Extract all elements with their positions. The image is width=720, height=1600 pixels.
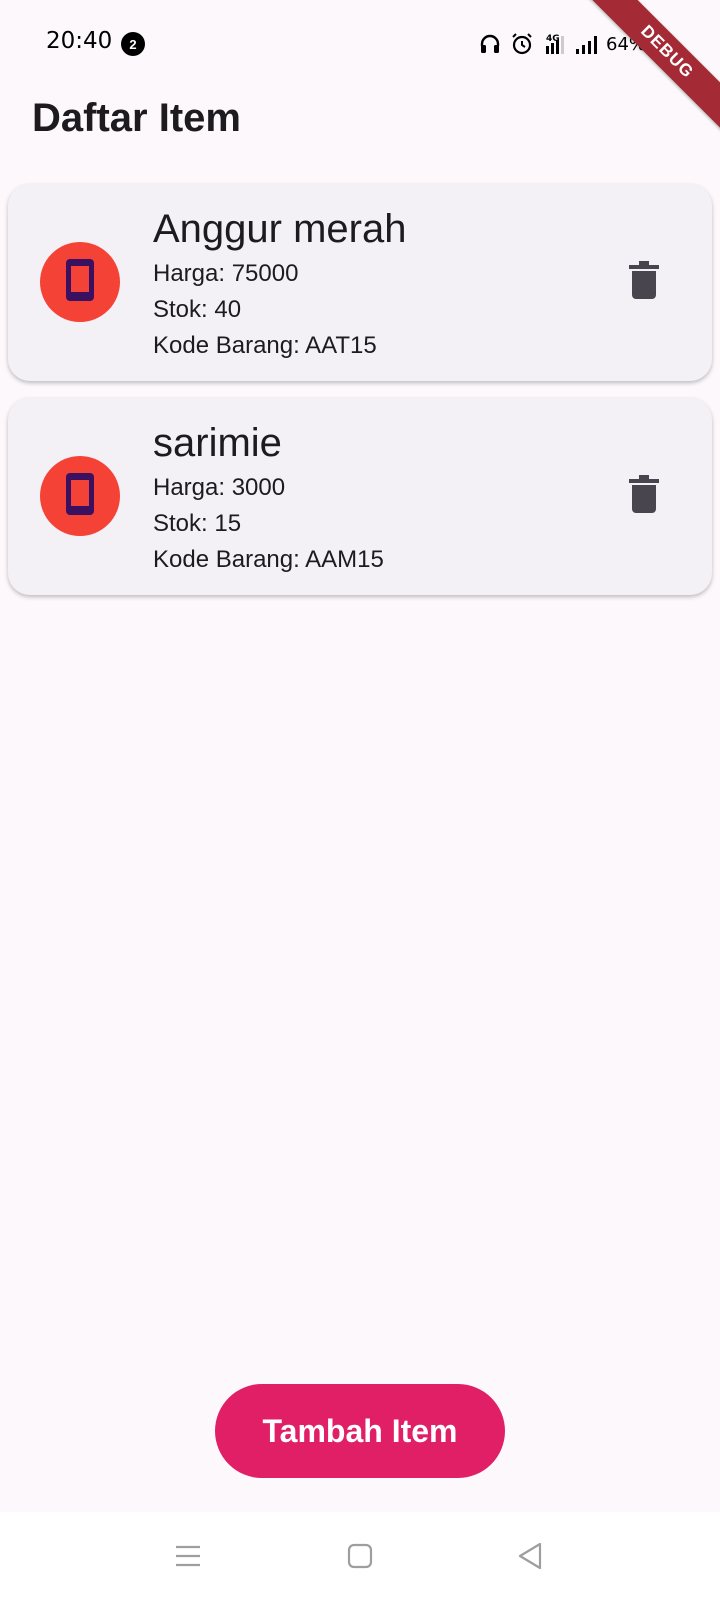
- item-stock: Stok: 40: [153, 296, 242, 323]
- status-icons: 4G 64%: [478, 28, 646, 60]
- status-time: 20:40: [46, 28, 113, 54]
- phone-icon: [64, 472, 96, 521]
- back-icon[interactable]: [514, 1540, 546, 1572]
- menu-icon[interactable]: [172, 1540, 204, 1572]
- item-details: sarimie Harga: 3000 Stok: 15 Kode Barang…: [153, 420, 384, 578]
- signal-icon: [574, 32, 598, 56]
- notification-count-badge: 2: [121, 32, 145, 56]
- item-avatar: [40, 242, 120, 322]
- delete-button[interactable]: [624, 260, 664, 304]
- phone-icon: [64, 258, 96, 307]
- item-code: Kode Barang: AAM15: [153, 546, 384, 573]
- list-item[interactable]: sarimie Harga: 3000 Stok: 15 Kode Barang…: [8, 398, 712, 595]
- item-price: Harga: 75000: [153, 260, 299, 287]
- alarm-icon: [510, 32, 534, 56]
- system-nav-bar: [0, 1512, 720, 1600]
- item-code: Kode Barang: AAT15: [153, 332, 377, 359]
- item-avatar: [40, 456, 120, 536]
- item-stock: Stok: 15: [153, 510, 242, 537]
- item-price: Harga: 3000: [153, 474, 286, 501]
- page-title: Daftar Item: [32, 96, 241, 140]
- item-name: Anggur merah: [153, 207, 407, 251]
- item-list: Anggur merah Harga: 75000 Stok: 40 Kode …: [8, 184, 712, 612]
- trash-icon: [629, 474, 659, 518]
- list-item[interactable]: Anggur merah Harga: 75000 Stok: 40 Kode …: [8, 184, 712, 381]
- delete-button[interactable]: [624, 474, 664, 518]
- home-icon[interactable]: [344, 1540, 376, 1572]
- add-item-button[interactable]: Tambah Item: [215, 1384, 505, 1478]
- 4g-signal-icon: 4G: [542, 32, 566, 56]
- item-details: Anggur merah Harga: 75000 Stok: 40 Kode …: [153, 206, 406, 364]
- item-name: sarimie: [153, 421, 282, 465]
- headphones-icon: [478, 32, 502, 56]
- trash-icon: [629, 260, 659, 304]
